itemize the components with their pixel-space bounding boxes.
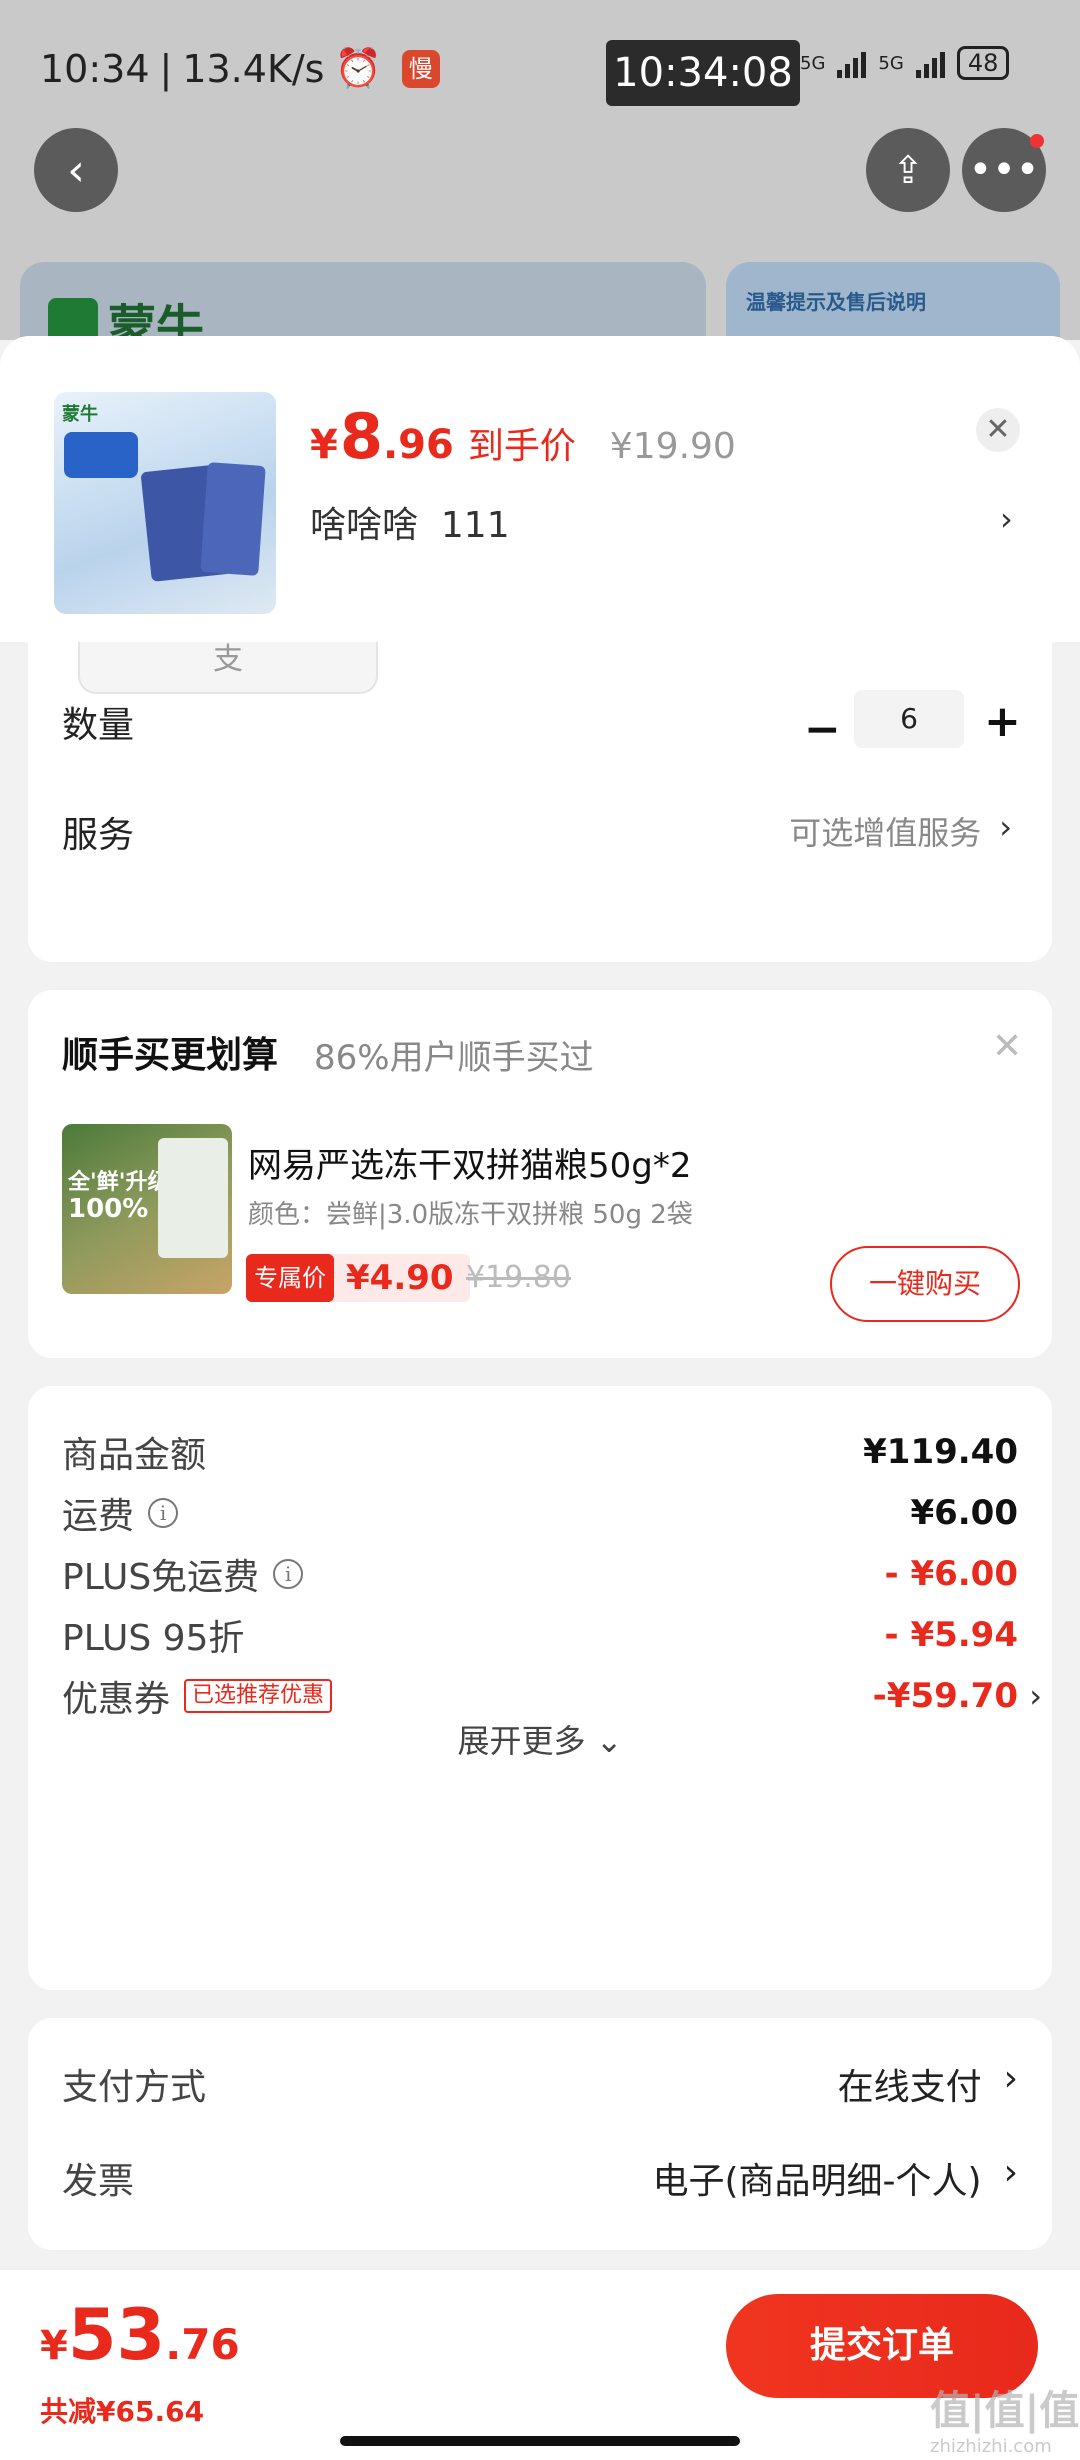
fee-row-shipping: 运费 i ¥6.00 [62,1483,1018,1543]
addon-thumbnail[interactable]: 全'鲜'升级 100% [62,1124,232,1294]
chevron-right-icon[interactable]: › [1000,500,1013,538]
background-page: 10:34 | 13.4K/s ⏰ 慢 10:34:08 5G 5G 48 ‹ … [0,0,1080,382]
sim2-label: 5G [878,52,904,74]
quantity-decrease-button[interactable]: − [804,704,841,755]
service-selector[interactable]: 可选增值服务 › [789,808,1012,854]
addon-price: ¥4.90 [346,1258,454,1298]
payment-method-row[interactable]: 支付方式 在线支付 › [62,2058,1018,2110]
selected-variant[interactable]: 啥啥啥 111 [310,496,510,548]
fee-value: - ¥5.94 [884,1615,1019,1655]
alarm-icon: ⏰ [334,46,382,90]
more-dots-icon: ••• [968,147,1040,193]
payment-card: 支付方式 在线支付 › 发票 电子(商品明细-个人) › [28,2018,1052,2250]
quantity-service-card: 海盐柠檬85g 6 支 数量 − 6 + 服务 可选增值服务› [28,596,1052,962]
notice-title: 温馨提示及售后说明 [746,290,926,314]
fee-value: ¥119.40 [863,1432,1018,1472]
price-tag: 到手价 [467,426,576,467]
price-line: ¥ 8 .96 到手价 ¥19.90 [310,400,736,473]
exclusive-price-tag: 专属价 [246,1254,334,1302]
price-symbol: ¥ [310,422,338,468]
status-right: 5G 5G 48 [800,46,1010,80]
addon-subtitle: 86%用户顺手买过 [314,1038,594,1078]
fee-label: 优惠券 [62,1679,171,1720]
back-button[interactable]: ‹ [34,128,118,212]
quantity-increase-button[interactable]: + [984,696,1021,747]
chevron-right-icon: › [1029,1677,1042,1715]
payment-method-label: 支付方式 [62,2067,207,2108]
addon-item-name[interactable]: 网易严选冻干双拼猫粮50g*2 [248,1138,691,1187]
addon-title: 顺手买更划算 [62,1035,279,1076]
total-saved: 共减¥65.64 [40,2395,205,2428]
signal-icon [915,48,945,78]
invoice-row[interactable]: 发票 电子(商品明细-个人) › [62,2152,1018,2204]
share-icon: ⇪ [892,148,924,192]
sim1-label: 5G [800,52,826,74]
addon-item-spec: 颜色：尝鲜|3.0版冻干双拼粮 50g 2袋 [248,1200,693,1230]
fee-breakdown-card: 商品金额 ¥119.40 运费 i ¥6.00 PLUS免运费 i - ¥6.00 … [28,1386,1052,1990]
fee-value: - ¥6.00 [884,1554,1019,1594]
info-icon[interactable]: i [148,1498,179,1528]
home-indicator[interactable] [340,2436,740,2446]
status-time: 10:34 [40,46,150,91]
notification-dot [1030,134,1044,148]
app-notification-icon: 慢 [401,49,440,88]
net-speed: 13.4K/s [182,46,325,91]
product-thumbnail[interactable]: 蒙牛 [54,392,276,614]
fee-value: ¥6.00 [910,1493,1018,1533]
fee-label: 运费 [62,1496,135,1537]
fee-row-plus-discount: PLUS 95折 - ¥5.94 [62,1605,1018,1665]
product-header: 蒙牛 ¥ 8 .96 到手价 ¥19.90 ✕ 啥啥啥 111 › [0,336,1080,642]
addon-close-icon[interactable]: ✕ [992,1026,1022,1067]
clock-overlay: 10:34:08 [606,40,800,106]
fee-label: PLUS 95折 [62,1618,245,1659]
thumb-text: 100% [68,1194,149,1224]
price-decimal: .96 [382,422,454,468]
chevron-right-icon: › [1003,2058,1018,2099]
chevron-right-icon: › [999,808,1012,846]
chevron-right-icon: › [1003,2152,1018,2193]
status-bar: 10:34 | 13.4K/s ⏰ 慢 10:34:08 5G 5G 48 [0,0,1080,130]
status-left: 10:34 | 13.4K/s ⏰ 慢 [40,46,440,91]
addon-original-price: ¥19.80 [466,1260,571,1295]
coupon-badge: 已选推荐优惠 [184,1679,333,1713]
checkout-bar: ¥ 53 .76 共减¥65.64 提交订单 [0,2270,1080,2460]
expand-more-button[interactable]: 展开更多 ⌄ [28,1716,1052,1762]
back-arrow-icon: ‹ [67,144,85,196]
quantity-input[interactable]: 6 [854,690,964,748]
info-icon[interactable]: i [273,1559,304,1589]
price-integer: 8 [339,400,383,473]
one-click-buy-button[interactable]: 一键购买 [830,1246,1020,1322]
addon-price-box: 专属价 ¥4.90 [246,1254,470,1302]
close-icon: ✕ [985,412,1011,447]
battery-icon: 48 [956,46,1010,80]
original-price: ¥19.90 [609,426,736,467]
quantity-label: 数量 [62,705,135,746]
thumb-brand: 蒙牛 [62,404,98,425]
watermark: 值|值|值 zhizhizhi.com [930,2388,1080,2457]
invoice-value: 电子(商品明细-个人) [652,2161,982,2202]
invoice-label: 发票 [62,2161,135,2202]
fee-row-goods: 商品金额 ¥119.40 [62,1422,1018,1482]
fee-value: -¥59.70 [872,1676,1018,1716]
close-button[interactable]: ✕ [976,408,1020,452]
more-button[interactable]: ••• [962,128,1046,212]
addon-card: 顺手买更划算 86%用户顺手买过 ✕ 全'鲜'升级 100% 网易严选冻干双拼猫… [28,990,1052,1358]
service-label: 服务 [62,815,135,856]
fee-label: PLUS免运费 [62,1557,260,1598]
thumb-text: 全'鲜'升级 [68,1170,170,1195]
service-value: 可选增值服务 [789,814,982,852]
signal-icon [837,48,867,78]
payment-method-value: 在线支付 [837,2067,982,2108]
order-sheet: 蒙牛 ¥ 8 .96 到手价 ¥19.90 ✕ 啥啥啥 111 › 海盐柠檬85… [0,336,1080,2460]
fee-label: 商品金额 [62,1435,207,1476]
total-price: ¥ 53 .76 [40,2294,240,2376]
fee-row-plus-shipping: PLUS免运费 i - ¥6.00 [62,1544,1018,1604]
share-button[interactable]: ⇪ [866,128,950,212]
chevron-down-icon: ⌄ [595,1722,623,1760]
